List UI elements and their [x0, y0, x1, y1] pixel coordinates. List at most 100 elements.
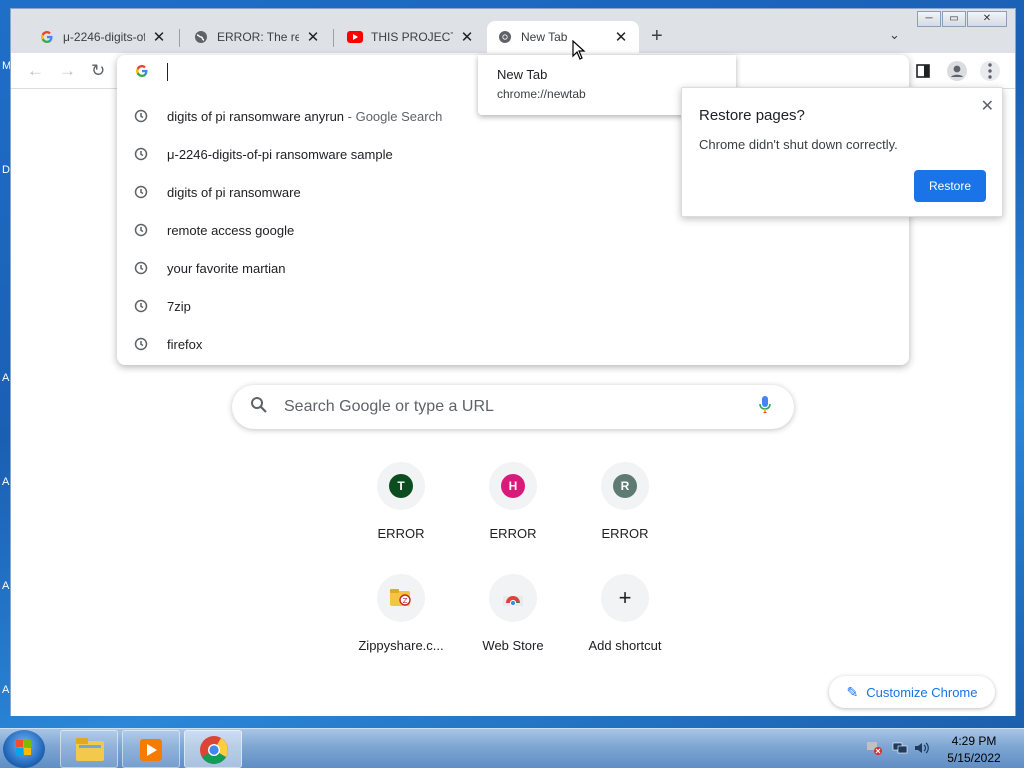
close-icon[interactable]: ✕	[305, 28, 321, 46]
forward-arrow-icon[interactable]: →	[59, 61, 76, 81]
customize-chrome-button[interactable]: ✎ Customize Chrome	[829, 676, 995, 708]
close-icon[interactable]: ✕	[981, 96, 994, 116]
back-arrow-icon[interactable]: ←	[27, 61, 44, 81]
tab-strip: μ-2246-digits-of- ✕ ERROR: The requ ✕ TH…	[11, 9, 1015, 53]
microphone-icon[interactable]	[758, 395, 772, 420]
omnibox-suggestion[interactable]: remote access google	[117, 212, 909, 250]
tab-0[interactable]: μ-2246-digits-of- ✕	[29, 21, 177, 53]
shortcut-tile[interactable]: R ERROR	[569, 462, 681, 541]
history-clock-icon	[134, 261, 148, 278]
shortcut-label: Zippyshare.c...	[358, 638, 444, 653]
close-window-button[interactable]: ✕	[967, 11, 1007, 27]
shortcut-tile[interactable]: Z Zippyshare.c...	[345, 574, 457, 653]
tab-separator	[179, 29, 180, 47]
shortcut-label: Web Store	[482, 638, 544, 653]
suggestion-text: firefox	[167, 337, 203, 352]
folder-icon	[76, 738, 104, 761]
pencil-icon: ✎	[846, 683, 859, 700]
more-menu-icon[interactable]	[980, 59, 1000, 88]
close-icon[interactable]: ✕	[459, 28, 475, 46]
hover-card-url: chrome://newtab	[497, 87, 586, 101]
tab-1[interactable]: ERROR: The requ ✕	[183, 21, 331, 53]
tab-title: THIS PROJECT IS	[371, 30, 453, 44]
tab-separator	[333, 29, 334, 47]
google-g-icon	[135, 64, 149, 82]
shortcut-icon-circle: T	[377, 462, 425, 510]
suggestion-text: 7zip	[167, 299, 191, 314]
restore-button[interactable]: Restore	[914, 170, 986, 202]
svg-text:Z: Z	[403, 597, 408, 605]
suggestion-text: μ-2246-digits-of-pi ransomware sample	[167, 147, 393, 162]
mouse-cursor-icon	[572, 39, 586, 65]
history-clock-icon	[134, 299, 148, 316]
desktop-icon-label: A	[2, 684, 10, 696]
clock-date[interactable]: 5/15/2022	[946, 751, 1002, 765]
desktop-icon-label: A	[2, 580, 10, 592]
globe-icon	[193, 29, 209, 45]
suggestion-text-wrap: digits of pi ransomware anyrun - Google …	[167, 109, 442, 124]
omnibox-suggestion[interactable]: your favorite martian	[117, 250, 909, 288]
shortcut-tile[interactable]: T ERROR	[345, 462, 457, 541]
shortcut-label: ERROR	[489, 526, 537, 541]
taskbar-chrome[interactable]	[184, 730, 242, 768]
webstore-icon	[489, 574, 537, 622]
text-caret	[167, 63, 168, 81]
history-clock-icon	[134, 185, 148, 202]
suggestion-text: digits of pi ransomware	[167, 185, 301, 200]
taskbar-explorer[interactable]	[60, 730, 118, 768]
desktop-icon-label: A	[2, 476, 10, 488]
ntp-search-box[interactable]: Search Google or type a URL	[232, 385, 794, 429]
shortcut-tile[interactable]: + Add shortcut	[569, 574, 681, 653]
youtube-icon	[347, 29, 363, 45]
plus-glyph: +	[618, 585, 632, 610]
network-icon[interactable]	[892, 741, 908, 755]
new-tab-plus-icon[interactable]: +	[651, 25, 663, 48]
media-player-icon	[140, 739, 162, 761]
start-button[interactable]	[3, 730, 45, 768]
reload-icon[interactable]: ↻	[91, 61, 105, 81]
volume-icon[interactable]	[914, 741, 930, 755]
close-icon[interactable]: ✕	[613, 28, 629, 46]
zippyshare-icon: Z	[377, 574, 425, 622]
suggestion-suffix: - Google Search	[344, 109, 443, 124]
tab-search-chevron-icon[interactable]: ⌄	[889, 27, 900, 43]
maximize-button[interactable]: ▭	[942, 11, 966, 27]
close-icon[interactable]: ✕	[151, 28, 167, 46]
side-panel-icon[interactable]	[916, 63, 930, 83]
shortcut-icon-circle: H	[489, 462, 537, 510]
shortcut-letter-icon: T	[389, 474, 413, 498]
shortcut-tile[interactable]: H ERROR	[457, 462, 569, 541]
profile-avatar-icon[interactable]	[947, 61, 967, 86]
omnibox-suggestion[interactable]: firefox	[117, 326, 909, 364]
clock-time[interactable]: 4:29 PM	[946, 734, 1002, 748]
action-center-flag-icon[interactable]	[866, 741, 882, 755]
history-clock-icon	[134, 109, 148, 126]
restore-pages-bubble: Restore pages? Chrome didn't shut down c…	[681, 87, 1003, 217]
desktop-icon-label: D	[2, 164, 10, 176]
customize-label: Customize Chrome	[866, 684, 978, 700]
taskbar-media-player[interactable]	[122, 730, 180, 768]
hover-card-title: New Tab	[497, 67, 548, 82]
suggestion-text: remote access google	[167, 223, 295, 238]
shortcut-tile[interactable]: Web Store	[457, 574, 569, 653]
search-placeholder: Search Google or type a URL	[284, 398, 494, 415]
tab-2[interactable]: THIS PROJECT IS ✕	[337, 21, 485, 53]
history-clock-icon	[134, 147, 148, 164]
chrome-icon	[200, 736, 228, 764]
tab-3-active[interactable]: New Tab ✕	[487, 21, 639, 53]
history-clock-icon	[134, 337, 148, 354]
shortcut-letter-icon: H	[501, 474, 525, 498]
chrome-icon	[497, 29, 513, 45]
google-g-icon	[39, 29, 55, 45]
shortcut-icon-circle: R	[601, 462, 649, 510]
plus-icon: +	[601, 574, 649, 622]
tab-title: New Tab	[521, 30, 568, 44]
desktop-icon-label: A	[2, 372, 10, 384]
restore-title: Restore pages?	[699, 107, 805, 124]
omnibox-suggestion[interactable]: 7zip	[117, 288, 909, 326]
tab-title: μ-2246-digits-of-	[63, 30, 145, 44]
shortcut-letter-icon: R	[613, 474, 637, 498]
restore-message: Chrome didn't shut down correctly.	[699, 137, 898, 152]
minimize-button[interactable]: ─	[917, 11, 941, 27]
chrome-window: μ-2246-digits-of- ✕ ERROR: The requ ✕ TH…	[10, 8, 1016, 716]
